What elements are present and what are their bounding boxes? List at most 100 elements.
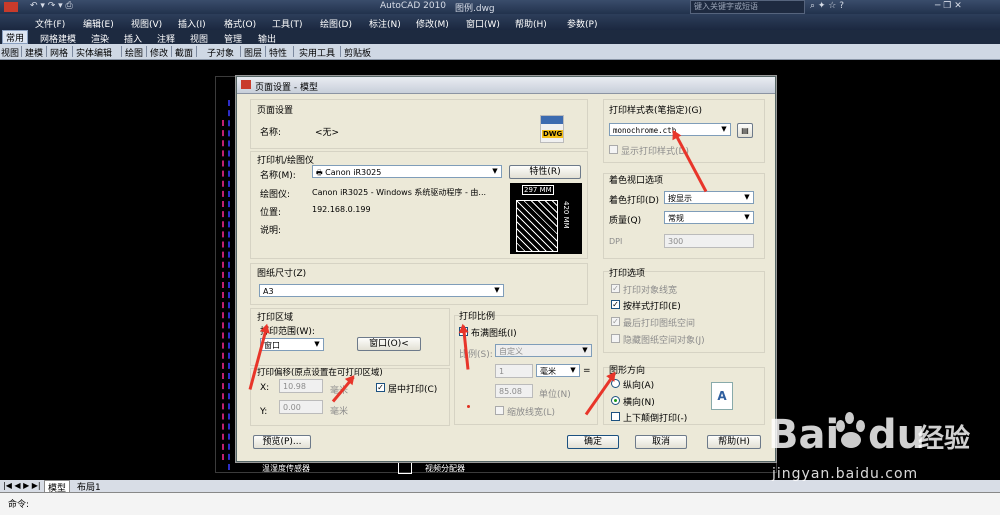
- panel-solid-editing[interactable]: 实体编辑: [76, 46, 112, 59]
- command-line[interactable]: 命令:: [0, 492, 1000, 515]
- watermark-brand-du: du: [868, 412, 926, 458]
- chevron-down-icon: ▼: [492, 167, 498, 175]
- search-input[interactable]: 键入关键字或短语: [690, 0, 805, 14]
- menu-tools[interactable]: 工具(T): [272, 17, 303, 30]
- panel-draw[interactable]: 绘图: [125, 46, 143, 59]
- scale-units-label: 单位(N): [539, 390, 571, 400]
- chevron-down-icon: ▼: [314, 340, 320, 348]
- shade-plot-select[interactable]: 按显示 ▼: [664, 191, 754, 204]
- scale-units-input[interactable]: 85.08: [495, 384, 533, 398]
- plotter-label: 绘图仪:: [260, 190, 291, 200]
- menu-help[interactable]: 帮助(H): [515, 17, 547, 30]
- paper-preview-sheet: [516, 200, 558, 252]
- scale-inches-input[interactable]: 1: [495, 364, 533, 378]
- preview-button[interactable]: 预览(P)...: [253, 435, 311, 449]
- offset-y-unit: 毫米: [330, 407, 349, 417]
- panel-utilities[interactable]: 实用工具: [299, 46, 335, 59]
- app-title: AutoCAD 2010: [380, 1, 447, 11]
- printer-heading: 打印机/绘图仪: [257, 156, 315, 166]
- quick-access-undo-icon[interactable]: ↶ ▾ ↷ ▾ ⎙: [30, 1, 73, 11]
- annotation-dot: [467, 405, 470, 408]
- splitter-symbol-icon: [398, 460, 412, 474]
- plot-paperspace-last-label: 最后打印图纸空间: [623, 319, 696, 329]
- panel-modify[interactable]: 修改: [150, 46, 168, 59]
- paper-size-select[interactable]: A3 ▼: [259, 284, 504, 297]
- panel-subobject[interactable]: 子对象: [207, 46, 234, 59]
- dwg-file-icon: DWG: [540, 115, 564, 143]
- center-plot-checkbox[interactable]: ✓: [376, 383, 385, 392]
- fit-to-paper-label: 布满图纸(I): [471, 329, 517, 339]
- menu-parametric[interactable]: 参数(P): [567, 17, 597, 30]
- menu-window[interactable]: 窗口(W): [466, 17, 500, 30]
- scale-lineweights-checkbox[interactable]: [495, 406, 504, 415]
- menu-file[interactable]: 文件(F): [35, 17, 65, 30]
- panel-section[interactable]: 截面: [175, 46, 193, 59]
- tab-nav-arrows-icon[interactable]: |◀ ◀ ▶ ▶|: [3, 481, 41, 490]
- landscape-radio[interactable]: [611, 396, 620, 405]
- menu-format[interactable]: 格式(O): [224, 17, 256, 30]
- plot-scale-heading: 打印比例: [459, 312, 496, 322]
- divider: [293, 46, 294, 57]
- watermark-url: jingyan.baidu.com: [772, 466, 919, 482]
- page-setup-group: [250, 99, 588, 149]
- scale-unit-select[interactable]: 毫米 ▼: [536, 364, 580, 377]
- panel-modeling[interactable]: 建模: [25, 46, 43, 59]
- tab-home[interactable]: 常用: [2, 30, 29, 44]
- panel-toolbar: 视图 建模 网格 实体编辑 绘图 修改 截面 子对象 图层 特性 实用工具 剪贴…: [0, 44, 1000, 60]
- panel-view[interactable]: 视图: [1, 46, 19, 59]
- preview-height-label: 420 MM: [562, 201, 570, 229]
- where-value: 192.168.0.199: [312, 205, 371, 214]
- plot-what-select[interactable]: 窗口 ▼: [260, 338, 324, 351]
- window-controls[interactable]: ─ ❐ ✕: [935, 1, 962, 11]
- command-prompt: 命令:: [8, 500, 30, 510]
- chevron-down-icon: ▼: [582, 346, 588, 354]
- quality-select[interactable]: 常规 ▼: [664, 211, 754, 224]
- divider: [240, 46, 241, 57]
- paper-size-heading: 图纸尺寸(Z): [257, 269, 307, 279]
- plot-lineweights-checkbox[interactable]: ✓: [611, 284, 620, 293]
- divider: [21, 46, 22, 57]
- where-label: 位置:: [260, 208, 282, 218]
- plot-with-styles-checkbox[interactable]: ✓: [611, 300, 620, 309]
- menu-draw[interactable]: 绘图(D): [320, 17, 352, 30]
- divider: [171, 46, 172, 57]
- edit-plot-style-button[interactable]: ▤: [737, 123, 753, 138]
- cancel-button[interactable]: 取消: [635, 435, 687, 449]
- scale-select[interactable]: 自定义 ▼: [495, 344, 592, 357]
- dialog-title-bar[interactable]: 页面设置 - 模型: [237, 77, 775, 94]
- plot-window-button[interactable]: 窗口(O)<: [357, 337, 421, 351]
- printer-name-select[interactable]: 🖶 Canon iR3025 ▼: [312, 165, 502, 178]
- display-plot-styles-checkbox[interactable]: [609, 145, 618, 154]
- autocad-dialog-icon: [241, 80, 251, 89]
- upside-down-label: 上下颠倒打印(-): [623, 414, 688, 424]
- panel-clipboard[interactable]: 剪贴板: [344, 46, 371, 59]
- dpi-input[interactable]: 300: [664, 234, 754, 248]
- divider: [265, 46, 266, 57]
- menu-edit[interactable]: 编辑(E): [83, 17, 114, 30]
- panel-mesh[interactable]: 网格: [50, 46, 68, 59]
- paper-preview: 297 MM 420 MM: [510, 183, 582, 254]
- autocad-app-icon[interactable]: [4, 2, 18, 12]
- plot-paperspace-last-checkbox[interactable]: ✓: [611, 317, 620, 326]
- divider: [46, 46, 47, 57]
- menu-insert[interactable]: 插入(I): [178, 17, 206, 30]
- panel-layers[interactable]: 图层: [244, 46, 262, 59]
- printer-properties-button[interactable]: 特性(R): [509, 165, 581, 179]
- plot-lineweights-label: 打印对象线宽: [623, 286, 678, 296]
- panel-properties[interactable]: 特性: [269, 46, 287, 59]
- hide-paperspace-objects-checkbox[interactable]: [611, 334, 620, 343]
- chevron-down-icon: ▼: [744, 193, 750, 201]
- plot-style-table-heading: 打印样式表(笔指定)(G): [609, 106, 703, 116]
- menu-view[interactable]: 视图(V): [131, 17, 162, 30]
- offset-x-input[interactable]: 10.98: [279, 379, 323, 393]
- divider: [121, 46, 122, 57]
- help-button[interactable]: 帮助(H): [707, 435, 761, 449]
- search-icon[interactable]: ⌕ ✦ ☆ ?: [810, 1, 844, 11]
- upside-down-checkbox[interactable]: [611, 412, 620, 421]
- menu-dimension[interactable]: 标注(N): [369, 17, 401, 30]
- page-setup-heading: 页面设置: [257, 106, 294, 116]
- description-label: 说明:: [260, 226, 282, 236]
- offset-y-input[interactable]: 0.00: [279, 400, 323, 414]
- menu-modify[interactable]: 修改(M): [416, 17, 449, 30]
- ok-button[interactable]: 确定: [567, 435, 619, 449]
